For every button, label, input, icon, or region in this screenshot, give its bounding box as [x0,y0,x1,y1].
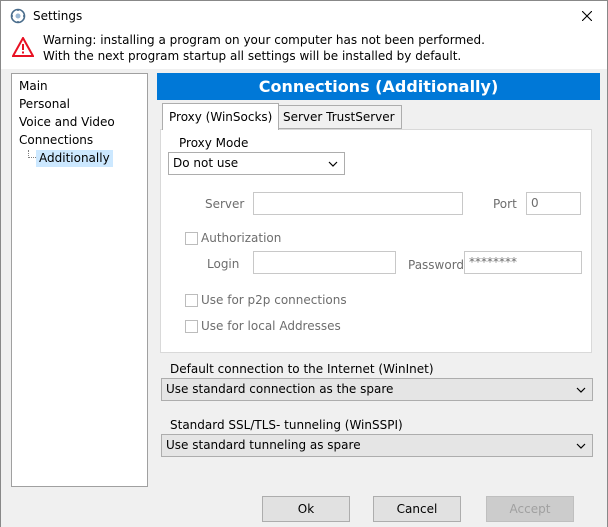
proxy-tab-panel: Proxy Mode Do not use Server Port 0 Auth… [160,129,592,353]
tree-item-additionally[interactable]: Additionally [36,150,113,167]
internet-connection-select[interactable]: Use standard connection as the spare [161,378,593,401]
proxy-mode-value: Do not use [173,156,239,170]
settings-tree: Main Personal Voice and Video Connection… [11,73,148,487]
warning-text-line2: With the next program startup all settin… [43,49,462,63]
ssl-tunneling-value: Use standard tunneling as spare [166,438,361,452]
tab-server-trustserver[interactable]: Server TrustServer [276,105,402,129]
p2p-label: Use for p2p connections [201,293,347,307]
server-label: Server [205,197,245,211]
window-title: Settings [33,9,83,23]
authorization-checkbox[interactable] [185,232,198,245]
cancel-button[interactable]: Cancel [373,496,461,522]
ssl-tunneling-label: Standard SSL/TLS- tunneling (WinSSPI) [170,418,403,432]
accept-button[interactable]: Accept [486,496,574,522]
gear-icon [10,8,26,24]
server-input[interactable] [253,192,463,215]
warning-text-line1: Warning: installing a program on your co… [43,33,485,47]
panel-header: Connections (Additionally) [157,73,600,100]
settings-window: Settings Warning: installing a program o… [0,0,608,527]
login-label: Login [207,257,240,271]
local-addresses-label: Use for local Addresses [201,319,341,333]
ok-button[interactable]: Ok [262,496,350,522]
authorization-label: Authorization [201,231,282,245]
chevron-down-icon [576,379,586,400]
chevron-down-icon [576,435,586,456]
tree-item-personal[interactable]: Personal [19,96,70,113]
port-input[interactable]: 0 [526,192,581,215]
tree-item-connections[interactable]: Connections [19,132,93,149]
chevron-down-icon [328,153,338,174]
warning-banner: Warning: installing a program on your co… [1,31,607,69]
internet-connection-value: Use standard connection as the spare [166,382,394,396]
title-bar: Settings [1,1,607,31]
password-label: Password [408,258,465,272]
warning-icon [12,37,34,57]
tree-item-voice-and-video[interactable]: Voice and Video [19,114,115,131]
local-addresses-checkbox[interactable] [185,320,198,333]
internet-connection-label: Default connection to the Internet (WinI… [170,362,434,376]
tree-item-main[interactable]: Main [19,78,48,95]
proxy-mode-label: Proxy Mode [179,136,249,150]
p2p-checkbox[interactable] [185,294,198,307]
password-input[interactable]: ******** [464,251,582,274]
close-button[interactable] [567,1,607,31]
close-icon [582,11,592,21]
ssl-tunneling-select[interactable]: Use standard tunneling as spare [161,434,593,457]
tab-proxy-winsocks[interactable]: Proxy (WinSocks) [162,103,280,130]
login-input[interactable] [253,251,396,274]
proxy-mode-select[interactable]: Do not use [168,152,345,175]
port-label: Port [493,197,517,211]
